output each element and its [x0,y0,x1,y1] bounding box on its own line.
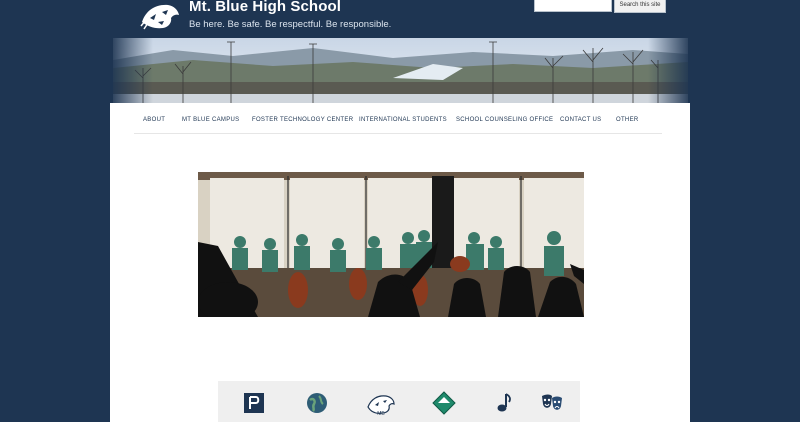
search-button[interactable]: Search this site [614,0,666,13]
nav-item-other[interactable]: Other [616,117,639,123]
nav-item-mt-blue-campus[interactable]: Mt Blue Campus [182,117,239,123]
diamond-flag-icon[interactable] [432,391,456,415]
nav-item-about[interactable]: About [143,117,165,123]
svg-text:MB: MB [377,411,385,415]
featured-orchestra-photo [198,172,584,317]
search-input[interactable] [534,0,612,12]
header-banner-image [113,38,688,104]
main-navigation: About Mt Blue Campus Foster Technology C… [134,111,662,134]
nav-item-international-students[interactable]: International Students [359,117,447,123]
site-title[interactable]: Mt. Blue High School [189,0,341,15]
quick-links-bar: MB [218,381,580,422]
cougar-mascot-icon[interactable]: MB [366,391,396,415]
main-content-card: About Mt Blue Campus Foster Technology C… [110,103,690,422]
site-header: Mt. Blue High School Be here. Be safe. B… [0,0,800,40]
nav-item-contact-us[interactable]: Contact Us [560,117,601,123]
powerschool-icon[interactable] [242,391,266,415]
theater-masks-icon[interactable] [540,391,564,415]
site-tagline: Be here. Be safe. Be respectful. Be resp… [189,19,392,30]
nav-item-foster-technology-center[interactable]: Foster Technology Center [252,117,353,123]
music-note-icon[interactable] [492,391,516,415]
globe-icon[interactable] [305,391,329,415]
cougar-logo-icon[interactable] [138,0,182,32]
nav-item-school-counseling-office[interactable]: School Counseling Office [456,117,553,123]
